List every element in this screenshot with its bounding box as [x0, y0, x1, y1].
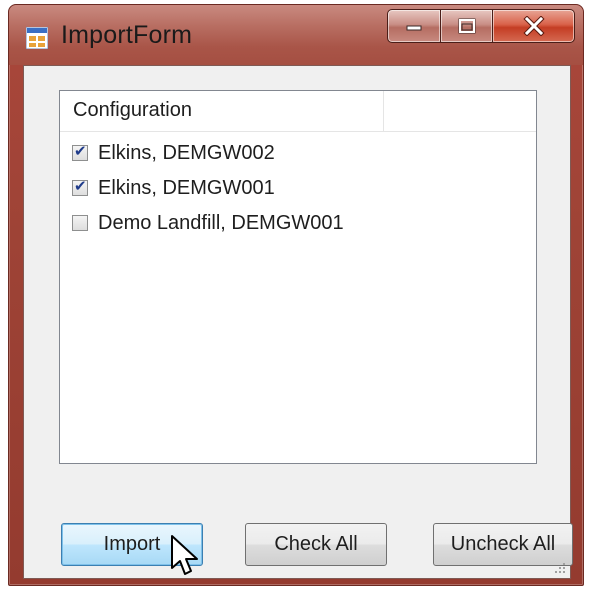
close-icon	[522, 16, 545, 36]
minimize-icon	[406, 25, 422, 31]
maximize-icon	[458, 18, 475, 34]
close-button[interactable]	[493, 9, 575, 43]
check-all-button[interactable]: Check All	[245, 523, 387, 566]
list-item-label: Demo Landfill, DEMGW001	[98, 211, 344, 234]
caption-buttons	[387, 9, 575, 45]
check-mark-icon: ✔	[74, 178, 87, 195]
column-header-configuration[interactable]: Configuration	[60, 91, 384, 131]
maximize-button[interactable]	[441, 9, 493, 43]
list-item-label: Elkins, DEMGW002	[98, 141, 275, 164]
configuration-list[interactable]: Configuration ✔ Elkins, DEMGW002 ✔ Elkin…	[59, 90, 537, 464]
app-icon	[26, 27, 48, 49]
import-button[interactable]: Import	[61, 523, 203, 566]
resize-grip-icon[interactable]	[552, 560, 566, 574]
client-area: Configuration ✔ Elkins, DEMGW002 ✔ Elkin…	[23, 65, 573, 579]
list-item-label: Elkins, DEMGW001	[98, 176, 275, 199]
list-item[interactable]: Demo Landfill, DEMGW001	[72, 208, 344, 238]
list-item[interactable]: ✔ Elkins, DEMGW001	[72, 173, 275, 203]
window-title: ImportForm	[61, 21, 193, 49]
item-checkbox[interactable]: ✔	[72, 143, 88, 161]
check-mark-icon: ✔	[74, 143, 87, 160]
list-item[interactable]: ✔ Elkins, DEMGW002	[72, 138, 275, 168]
column-header-empty[interactable]	[384, 91, 534, 131]
item-checkbox[interactable]: ✔	[72, 178, 88, 196]
title-bar[interactable]: ImportForm	[9, 5, 583, 65]
item-checkbox[interactable]	[72, 215, 88, 231]
list-header: Configuration	[60, 91, 536, 132]
import-form-window: ImportForm Configuration ✔ Elkins, DEMGW…	[8, 4, 584, 586]
minimize-button[interactable]	[387, 9, 441, 43]
